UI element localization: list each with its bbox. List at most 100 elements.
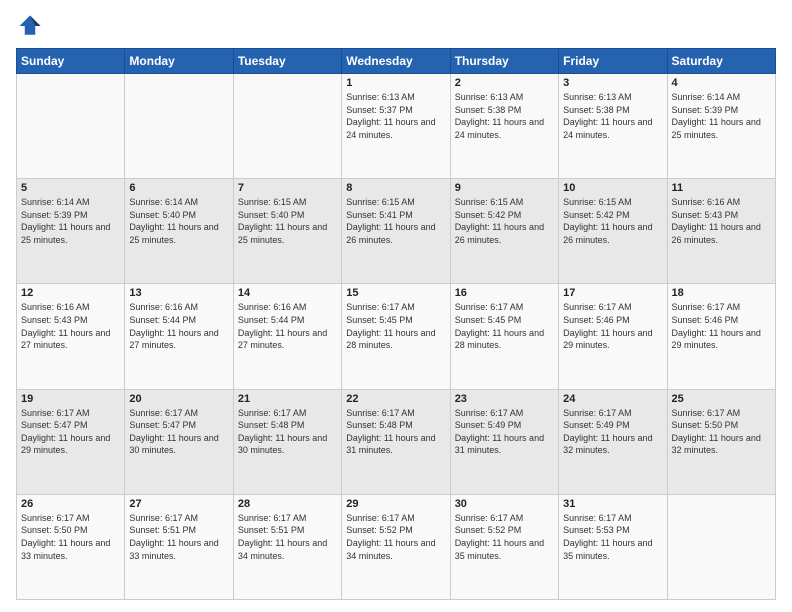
day-info: Sunrise: 6:17 AM Sunset: 5:51 PM Dayligh… [129,512,228,562]
header-monday: Monday [125,49,233,74]
day-info: Sunrise: 6:13 AM Sunset: 5:37 PM Dayligh… [346,91,445,141]
calendar-cell: 10 Sunrise: 6:15 AM Sunset: 5:42 PM Dayl… [559,179,667,284]
calendar-table: Sunday Monday Tuesday Wednesday Thursday… [16,48,776,600]
day-info: Sunrise: 6:17 AM Sunset: 5:50 PM Dayligh… [672,407,771,457]
day-info: Sunrise: 6:17 AM Sunset: 5:50 PM Dayligh… [21,512,120,562]
day-number: 30 [455,498,554,510]
calendar-cell: 30 Sunrise: 6:17 AM Sunset: 5:52 PM Dayl… [450,494,558,599]
calendar-cell: 24 Sunrise: 6:17 AM Sunset: 5:49 PM Dayl… [559,389,667,494]
calendar-cell: 28 Sunrise: 6:17 AM Sunset: 5:51 PM Dayl… [233,494,341,599]
day-number: 8 [346,182,445,194]
day-info: Sunrise: 6:17 AM Sunset: 5:49 PM Dayligh… [563,407,662,457]
day-number: 2 [455,77,554,89]
day-number: 7 [238,182,337,194]
day-info: Sunrise: 6:16 AM Sunset: 5:44 PM Dayligh… [129,301,228,351]
header-friday: Friday [559,49,667,74]
day-number: 1 [346,77,445,89]
day-number: 26 [21,498,120,510]
day-number: 22 [346,393,445,405]
calendar-cell: 11 Sunrise: 6:16 AM Sunset: 5:43 PM Dayl… [667,179,775,284]
weekday-header-row: Sunday Monday Tuesday Wednesday Thursday… [17,49,776,74]
day-info: Sunrise: 6:17 AM Sunset: 5:46 PM Dayligh… [563,301,662,351]
day-number: 24 [563,393,662,405]
day-number: 3 [563,77,662,89]
day-number: 19 [21,393,120,405]
calendar-cell: 1 Sunrise: 6:13 AM Sunset: 5:37 PM Dayli… [342,74,450,179]
day-number: 20 [129,393,228,405]
header-sunday: Sunday [17,49,125,74]
day-info: Sunrise: 6:17 AM Sunset: 5:48 PM Dayligh… [346,407,445,457]
calendar-cell: 23 Sunrise: 6:17 AM Sunset: 5:49 PM Dayl… [450,389,558,494]
day-number: 12 [21,287,120,299]
day-number: 23 [455,393,554,405]
calendar-cell: 4 Sunrise: 6:14 AM Sunset: 5:39 PM Dayli… [667,74,775,179]
calendar-cell: 21 Sunrise: 6:17 AM Sunset: 5:48 PM Dayl… [233,389,341,494]
calendar-cell: 17 Sunrise: 6:17 AM Sunset: 5:46 PM Dayl… [559,284,667,389]
day-info: Sunrise: 6:16 AM Sunset: 5:44 PM Dayligh… [238,301,337,351]
logo [16,12,48,40]
day-number: 28 [238,498,337,510]
day-number: 29 [346,498,445,510]
day-info: Sunrise: 6:15 AM Sunset: 5:42 PM Dayligh… [563,196,662,246]
day-info: Sunrise: 6:17 AM Sunset: 5:48 PM Dayligh… [238,407,337,457]
day-number: 4 [672,77,771,89]
day-number: 25 [672,393,771,405]
calendar-cell: 13 Sunrise: 6:16 AM Sunset: 5:44 PM Dayl… [125,284,233,389]
header-wednesday: Wednesday [342,49,450,74]
calendar-cell: 15 Sunrise: 6:17 AM Sunset: 5:45 PM Dayl… [342,284,450,389]
day-number: 13 [129,287,228,299]
week-row-5: 26 Sunrise: 6:17 AM Sunset: 5:50 PM Dayl… [17,494,776,599]
day-info: Sunrise: 6:17 AM Sunset: 5:47 PM Dayligh… [21,407,120,457]
day-info: Sunrise: 6:17 AM Sunset: 5:47 PM Dayligh… [129,407,228,457]
calendar-cell: 7 Sunrise: 6:15 AM Sunset: 5:40 PM Dayli… [233,179,341,284]
day-number: 14 [238,287,337,299]
calendar-cell: 25 Sunrise: 6:17 AM Sunset: 5:50 PM Dayl… [667,389,775,494]
week-row-1: 1 Sunrise: 6:13 AM Sunset: 5:37 PM Dayli… [17,74,776,179]
day-info: Sunrise: 6:17 AM Sunset: 5:52 PM Dayligh… [346,512,445,562]
day-info: Sunrise: 6:17 AM Sunset: 5:52 PM Dayligh… [455,512,554,562]
header [16,12,776,40]
calendar-cell [233,74,341,179]
header-saturday: Saturday [667,49,775,74]
calendar-cell: 18 Sunrise: 6:17 AM Sunset: 5:46 PM Dayl… [667,284,775,389]
calendar-cell [125,74,233,179]
calendar-cell: 16 Sunrise: 6:17 AM Sunset: 5:45 PM Dayl… [450,284,558,389]
calendar-cell: 27 Sunrise: 6:17 AM Sunset: 5:51 PM Dayl… [125,494,233,599]
calendar-cell: 2 Sunrise: 6:13 AM Sunset: 5:38 PM Dayli… [450,74,558,179]
day-info: Sunrise: 6:17 AM Sunset: 5:53 PM Dayligh… [563,512,662,562]
calendar-cell: 9 Sunrise: 6:15 AM Sunset: 5:42 PM Dayli… [450,179,558,284]
header-thursday: Thursday [450,49,558,74]
day-info: Sunrise: 6:15 AM Sunset: 5:41 PM Dayligh… [346,196,445,246]
day-number: 6 [129,182,228,194]
page: Sunday Monday Tuesday Wednesday Thursday… [0,0,792,612]
day-number: 15 [346,287,445,299]
week-row-4: 19 Sunrise: 6:17 AM Sunset: 5:47 PM Dayl… [17,389,776,494]
calendar-cell: 8 Sunrise: 6:15 AM Sunset: 5:41 PM Dayli… [342,179,450,284]
day-number: 5 [21,182,120,194]
day-info: Sunrise: 6:14 AM Sunset: 5:39 PM Dayligh… [21,196,120,246]
day-number: 18 [672,287,771,299]
day-number: 16 [455,287,554,299]
calendar-cell: 19 Sunrise: 6:17 AM Sunset: 5:47 PM Dayl… [17,389,125,494]
calendar-cell [667,494,775,599]
day-number: 9 [455,182,554,194]
day-number: 10 [563,182,662,194]
day-info: Sunrise: 6:13 AM Sunset: 5:38 PM Dayligh… [563,91,662,141]
calendar-cell: 5 Sunrise: 6:14 AM Sunset: 5:39 PM Dayli… [17,179,125,284]
week-row-2: 5 Sunrise: 6:14 AM Sunset: 5:39 PM Dayli… [17,179,776,284]
day-info: Sunrise: 6:16 AM Sunset: 5:43 PM Dayligh… [672,196,771,246]
calendar-cell: 31 Sunrise: 6:17 AM Sunset: 5:53 PM Dayl… [559,494,667,599]
day-info: Sunrise: 6:17 AM Sunset: 5:45 PM Dayligh… [346,301,445,351]
calendar-cell: 6 Sunrise: 6:14 AM Sunset: 5:40 PM Dayli… [125,179,233,284]
day-info: Sunrise: 6:17 AM Sunset: 5:46 PM Dayligh… [672,301,771,351]
day-info: Sunrise: 6:14 AM Sunset: 5:40 PM Dayligh… [129,196,228,246]
header-tuesday: Tuesday [233,49,341,74]
day-info: Sunrise: 6:14 AM Sunset: 5:39 PM Dayligh… [672,91,771,141]
day-info: Sunrise: 6:15 AM Sunset: 5:40 PM Dayligh… [238,196,337,246]
day-number: 21 [238,393,337,405]
logo-icon [16,12,44,40]
calendar-cell: 14 Sunrise: 6:16 AM Sunset: 5:44 PM Dayl… [233,284,341,389]
day-number: 27 [129,498,228,510]
day-info: Sunrise: 6:13 AM Sunset: 5:38 PM Dayligh… [455,91,554,141]
calendar-cell: 26 Sunrise: 6:17 AM Sunset: 5:50 PM Dayl… [17,494,125,599]
